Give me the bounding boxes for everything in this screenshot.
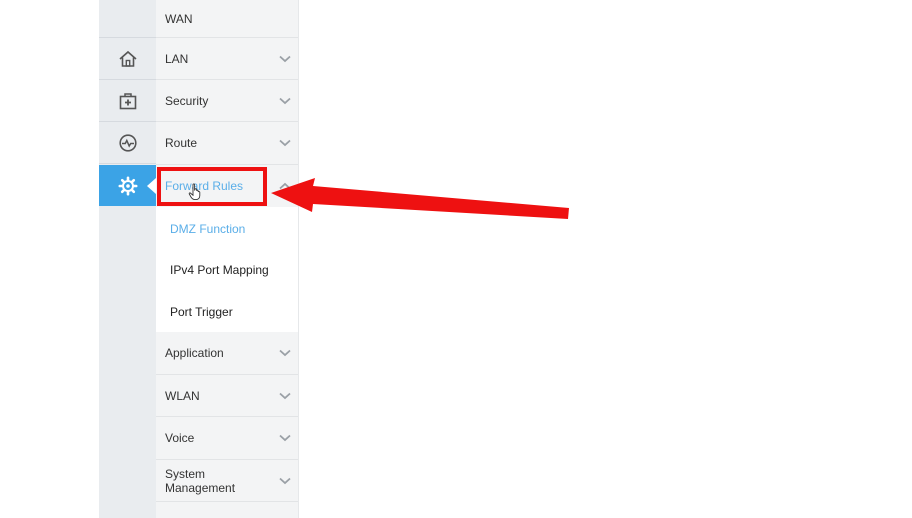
annotation-arrow — [271, 178, 569, 219]
hand-cursor-icon — [188, 183, 201, 201]
